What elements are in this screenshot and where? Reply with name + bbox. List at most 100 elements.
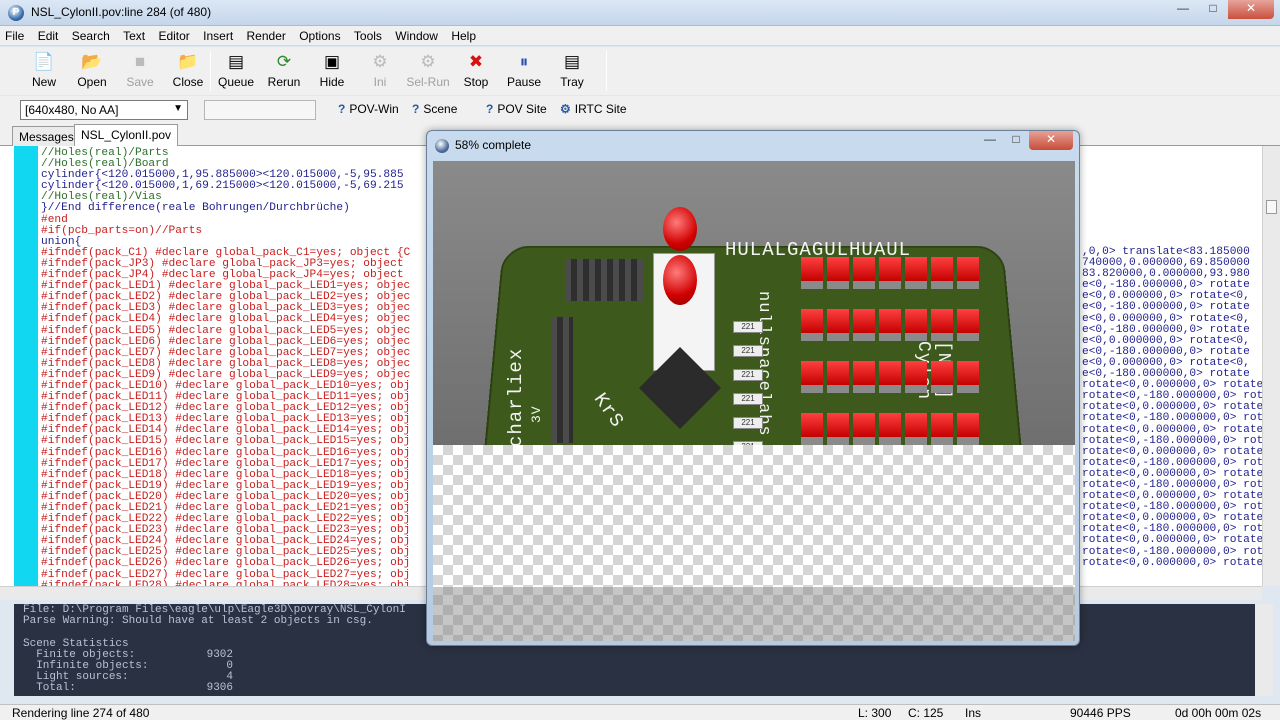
pause-icon: ⏸ xyxy=(519,52,529,71)
irtc-site-link[interactable]: ⚙ IRTC Site xyxy=(560,102,627,116)
led xyxy=(931,309,953,341)
povray-icon: P xyxy=(8,5,24,21)
led xyxy=(905,413,927,445)
new-button[interactable]: 📄 New xyxy=(20,51,68,93)
menu-render[interactable]: Render xyxy=(242,26,291,43)
led xyxy=(957,309,979,341)
render-icon xyxy=(435,139,449,153)
menu-help[interactable]: Help xyxy=(446,26,481,43)
led xyxy=(931,257,953,289)
help-icon: ? xyxy=(412,102,420,116)
code-line: #ifndef(pack_LED27) #declare global_pack… xyxy=(41,568,411,581)
chevron-down-icon: ▼ xyxy=(173,103,183,114)
tray-icon: ▤ xyxy=(563,52,581,71)
led xyxy=(931,413,953,445)
stats-list: Finite objects: 9302 Infinite objects: 0 L… xyxy=(23,649,1246,695)
resistor: 221 xyxy=(733,417,763,429)
tab-messages[interactable]: Messages xyxy=(12,126,81,146)
led xyxy=(801,309,823,341)
render-minimize-button[interactable]: — xyxy=(977,131,1003,150)
led xyxy=(905,309,927,341)
close-button[interactable]: ✕ xyxy=(1228,0,1274,19)
maximize-button[interactable]: □ xyxy=(1198,0,1228,19)
message-scrollbar[interactable] xyxy=(1255,604,1273,696)
render-close-button[interactable]: ✕ xyxy=(1029,131,1073,150)
menu-text[interactable]: Text xyxy=(118,26,150,43)
render-window[interactable]: 58% complete — □ ✕ HULALGAGULHUAUL [NSL]… xyxy=(426,130,1080,646)
stop-button[interactable]: ✖ Stop xyxy=(452,51,500,93)
resistor: 221 xyxy=(733,345,763,357)
menu-tools[interactable]: Tools xyxy=(349,26,387,43)
menu-window[interactable]: Window xyxy=(390,26,443,43)
menu-options[interactable]: Options xyxy=(294,26,345,43)
led xyxy=(801,413,823,445)
rerun-button[interactable]: ⟳ Rerun xyxy=(260,51,308,93)
code-line: #if(pcb_parts=on)//Parts xyxy=(41,224,203,237)
window-title: NSL_CylonII.pov:line 284 (of 480) xyxy=(31,5,212,19)
open-button[interactable]: 📂 Open xyxy=(68,51,116,93)
code-line-right: rotate<0,0.000000,0> rotate xyxy=(1082,423,1264,436)
menu-edit[interactable]: Edit xyxy=(33,26,64,43)
main-toolbar: 📄 New 📂 Open ■ Save 📁 Close ▤ Queue ⟳ Rerun ▣ H… xyxy=(0,47,1280,138)
render-title: 58% complete xyxy=(455,138,532,152)
code-line-right: rotate<0,-180.000000,0> rota xyxy=(1082,412,1270,425)
save-button[interactable]: ■ Save xyxy=(116,51,164,93)
tab-nsl-cylonii[interactable]: NSL_CylonII.pov xyxy=(74,124,179,146)
code-line: #ifndef(pack_LED5) #declare global_pack_… xyxy=(41,324,411,337)
led xyxy=(801,257,823,289)
minimize-button[interactable]: — xyxy=(1168,0,1198,19)
led xyxy=(801,361,823,393)
pcb-label-left2: 3V xyxy=(529,405,544,423)
led xyxy=(879,257,901,289)
render-toolbar: [640x480, No AA] ▼ ? POV-Win ? Scene ? POV S… xyxy=(0,96,1280,124)
pushbutton-cap-bottom xyxy=(663,255,697,305)
sel-run-button[interactable]: ⚙ Sel-Run xyxy=(404,51,452,93)
status-column: C: 125 xyxy=(908,706,944,720)
menu-bar: File Edit Search Text Editor Insert Rend… xyxy=(0,26,1280,46)
ini-button[interactable]: ⚙ Ini xyxy=(356,51,404,93)
queue-button[interactable]: ▤ Queue xyxy=(212,51,260,93)
tray-button[interactable]: ▤ Tray xyxy=(548,51,596,93)
scene-link[interactable]: ? Scene xyxy=(412,102,457,116)
led xyxy=(931,361,953,393)
led xyxy=(853,309,875,341)
sel-run-icon: ⚙ xyxy=(420,52,436,71)
pause-button[interactable]: ⏸ Pause xyxy=(500,51,548,93)
pov-site-link[interactable]: ? POV Site xyxy=(486,102,547,116)
close-file-button[interactable]: 📁 Close xyxy=(164,51,212,93)
hide-button[interactable]: ▣ Hide xyxy=(308,51,356,93)
led xyxy=(905,361,927,393)
new-file-icon: 📄 xyxy=(33,52,55,71)
menu-file[interactable]: File xyxy=(0,26,29,43)
menu-insert[interactable]: Insert xyxy=(198,26,238,43)
code-line-right: rotate<0,-180.000000,0> rota xyxy=(1082,545,1270,558)
render-maximize-button[interactable]: □ xyxy=(1003,131,1029,150)
command-input[interactable] xyxy=(204,100,316,120)
irtc-icon: ⚙ xyxy=(560,102,571,116)
led xyxy=(853,361,875,393)
led xyxy=(827,413,849,445)
scrollbar-thumb[interactable] xyxy=(1266,200,1277,214)
menu-editor[interactable]: Editor xyxy=(153,26,194,43)
stat-row: Infinite objects: 0 xyxy=(23,660,1246,672)
stat-value: 9306 xyxy=(206,682,233,695)
header-pins xyxy=(565,259,643,301)
render-canvas: HULALGAGULHUAUL [NSL] Cylon nullspacelab… xyxy=(433,161,1075,641)
ini-icon: ⚙ xyxy=(372,52,388,71)
menu-search[interactable]: Search xyxy=(67,26,115,43)
led xyxy=(879,361,901,393)
rendered-image: HULALGAGULHUAUL [NSL] Cylon nullspacelab… xyxy=(433,161,1075,472)
stop-icon: ✖ xyxy=(468,52,484,71)
led xyxy=(853,413,875,445)
led xyxy=(879,309,901,341)
help-icon: ? xyxy=(486,102,494,116)
pushbutton-cap-top xyxy=(663,207,697,251)
code-line: #ifndef(pack_LED15) #declare global_pack… xyxy=(41,435,411,448)
resistor: 221 xyxy=(733,393,763,405)
led xyxy=(957,361,979,393)
pov-win-link[interactable]: ? POV-Win xyxy=(338,102,399,116)
editor-vertical-scrollbar[interactable] xyxy=(1262,146,1280,586)
stat-row: Total: 9306 xyxy=(23,683,1246,694)
resolution-select[interactable]: [640x480, No AA] ▼ xyxy=(20,100,188,120)
resistor: 221 xyxy=(733,369,763,381)
